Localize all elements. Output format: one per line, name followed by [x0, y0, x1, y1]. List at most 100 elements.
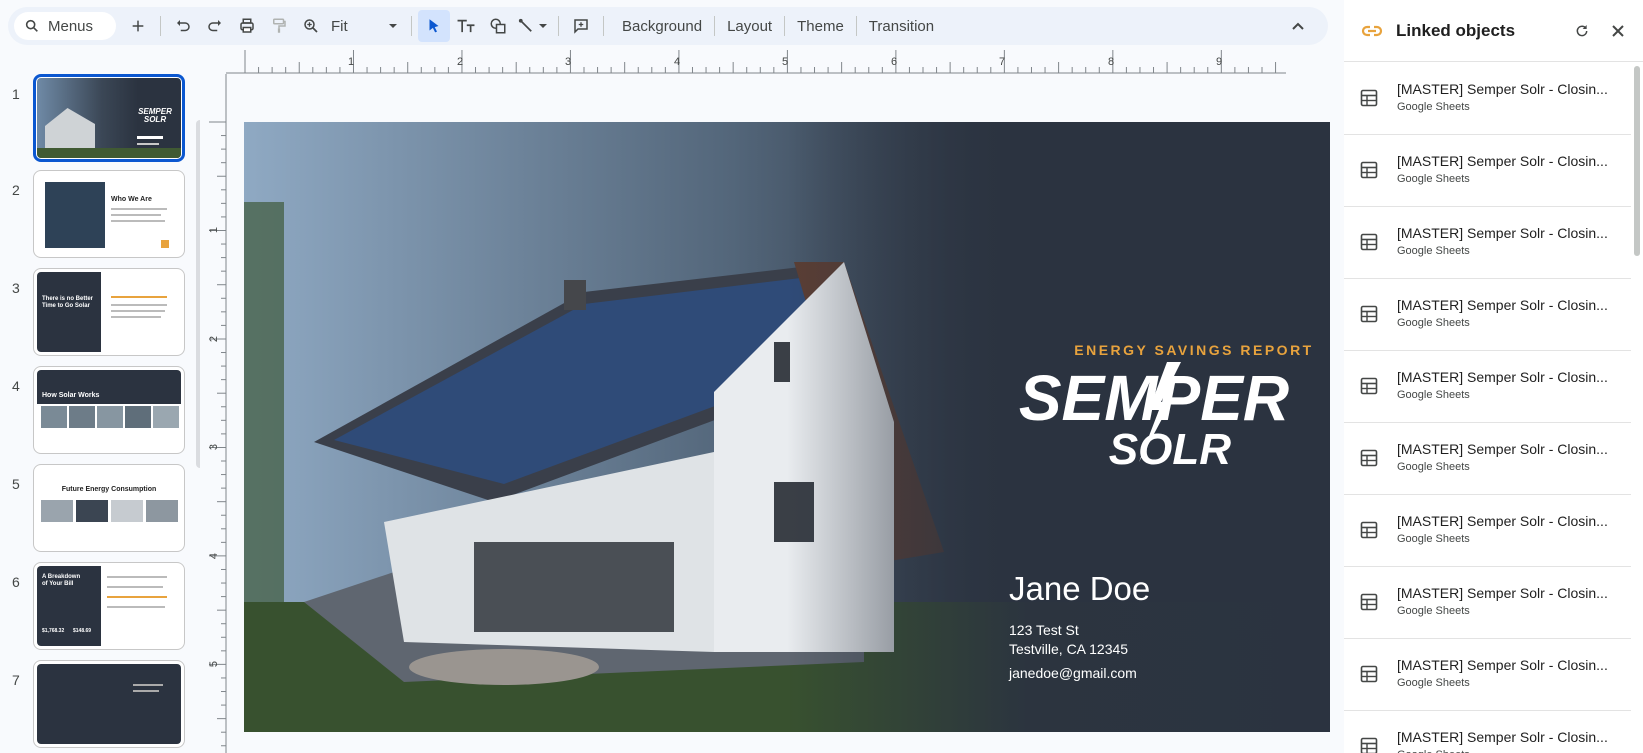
sheet-table-icon	[1360, 521, 1378, 539]
sheet-table-icon	[1360, 449, 1378, 467]
linked-object-title: [MASTER] Semper Solr - Closin...	[1397, 81, 1608, 97]
slide-number: 7	[12, 672, 20, 688]
toolbar-divider	[603, 16, 604, 36]
thumbnail-row: 3 There is no Better Time to Go Solar	[0, 268, 200, 360]
toolbar-divider	[558, 16, 559, 36]
linked-object-source: Google Sheets	[1397, 173, 1470, 185]
sheet-table-icon	[1360, 305, 1378, 323]
add-icon[interactable]	[122, 10, 154, 42]
linked-object-source: Google Sheets	[1397, 245, 1470, 257]
close-icon[interactable]	[1605, 18, 1631, 44]
line-icon[interactable]	[514, 10, 538, 42]
slide-number: 4	[12, 378, 20, 394]
panel-scrollbar[interactable]	[1634, 66, 1640, 256]
linked-object-item[interactable]: [MASTER] Semper Solr - Closin... Google S…	[1344, 423, 1631, 495]
client-email[interactable]: janedoe@gmail.com	[1009, 665, 1137, 681]
menus-label: Menus	[48, 17, 94, 35]
linked-object-item[interactable]: [MASTER] Semper Solr - Closin... Google S…	[1344, 711, 1631, 753]
linked-object-item[interactable]: [MASTER] Semper Solr - Closin... Google S…	[1344, 567, 1631, 639]
client-name[interactable]: Jane Doe	[1009, 570, 1150, 608]
shape-icon[interactable]	[482, 10, 514, 42]
thumbnail-address	[137, 143, 159, 145]
thumbnail-amount: $148.69	[73, 628, 92, 634]
thumbnail-name	[137, 136, 163, 139]
paint-format-icon[interactable]	[263, 10, 295, 42]
linked-object-item[interactable]: [MASTER] Semper Solr - Closin... Google S…	[1344, 639, 1631, 711]
ruler-label: 7	[999, 56, 1006, 68]
ruler-label: 5	[782, 56, 789, 68]
undo-icon[interactable]	[167, 10, 199, 42]
linked-object-title: [MASTER] Semper Solr - Closin...	[1397, 441, 1608, 457]
thumbnail-row: 4 How Solar Works	[0, 366, 200, 458]
ruler-label: 2	[208, 335, 221, 343]
ruler-label: 3	[565, 56, 572, 68]
select-icon[interactable]	[418, 10, 450, 42]
line-menu-chevron-icon[interactable]	[538, 21, 552, 31]
toolbar-divider	[160, 16, 161, 36]
linked-object-source: Google Sheets	[1397, 749, 1470, 753]
slide-number: 3	[12, 280, 20, 296]
refresh-icon[interactable]	[1569, 18, 1595, 44]
brand-bottom: SOLR	[1109, 425, 1231, 472]
thumbnail-title: SEMPER SOLR	[138, 107, 172, 124]
thumbnail-row: 5 Future Energy Consumption	[0, 464, 200, 556]
comment-icon[interactable]	[565, 10, 597, 42]
ruler-label: 1	[208, 226, 221, 234]
ruler-label: 6	[891, 56, 898, 68]
linked-object-item[interactable]: [MASTER] Semper Solr - Closin... Google S…	[1344, 279, 1631, 351]
thumbnail-title: A Breakdown of Your Bill	[42, 574, 81, 587]
ruler-label: 8	[1108, 56, 1115, 68]
sheet-table-icon	[1360, 161, 1378, 179]
address-line1[interactable]: 123 Test St	[1009, 622, 1079, 638]
linked-object-item[interactable]: [MASTER] Semper Solr - Closin... Google S…	[1344, 351, 1631, 423]
theme-button[interactable]: Theme	[785, 10, 856, 42]
ruler-label: 1	[348, 56, 355, 68]
linked-object-source: Google Sheets	[1397, 389, 1470, 401]
thumbnail-title: Who We Are	[111, 196, 152, 203]
slide-thumbnail[interactable]: Future Energy Consumption	[33, 464, 185, 552]
thumbnail-title: There is no Better Time to Go Solar	[42, 296, 94, 309]
sheet-table-icon	[1360, 737, 1378, 753]
ruler-label: 3	[208, 443, 221, 451]
text-box-icon[interactable]	[450, 10, 482, 42]
zoom-value: Fit	[331, 17, 348, 35]
slide-thumbnail[interactable]: Who We Are	[33, 170, 185, 258]
slide-canvas[interactable]: ENERGY SAVINGS REPORT SEMPER SOLR Jane D…	[244, 122, 1330, 732]
sheet-table-icon	[1360, 665, 1378, 683]
sheet-table-icon	[1360, 593, 1378, 611]
panel-title: Linked objects	[1396, 20, 1516, 40]
ruler-label: 5	[208, 660, 221, 668]
zoom-select[interactable]: Fit	[327, 10, 397, 42]
linked-object-title: [MASTER] Semper Solr - Closin...	[1397, 657, 1608, 673]
vertical-ruler	[207, 74, 227, 753]
slide-thumbnail[interactable]	[33, 660, 185, 748]
linked-object-item[interactable]: [MASTER] Semper Solr - Closin... Google S…	[1344, 495, 1631, 567]
report-label[interactable]: ENERGY SAVINGS REPORT	[1044, 342, 1330, 358]
print-icon[interactable]	[231, 10, 263, 42]
redo-icon[interactable]	[199, 10, 231, 42]
slide-thumbnail[interactable]: How Solar Works	[33, 366, 185, 454]
slide-thumbnail[interactable]: SEMPER SOLR	[33, 74, 185, 162]
thumbnail-row: 6 A Breakdown of Your Bill $1,768.32 $14…	[0, 562, 200, 654]
slide-thumbnails: 1 SEMPER SOLR 2 Who We Are 3 There is no…	[0, 62, 200, 753]
linked-object-title: [MASTER] Semper Solr - Closin...	[1397, 225, 1608, 241]
linked-object-source: Google Sheets	[1397, 677, 1470, 689]
slide-thumbnail[interactable]: A Breakdown of Your Bill $1,768.32 $148.…	[33, 562, 185, 650]
address-line2[interactable]: Testville, CA 12345	[1009, 641, 1128, 657]
zoom-icon[interactable]	[295, 10, 327, 42]
background-button[interactable]: Background	[610, 10, 714, 42]
menus-search[interactable]: Menus	[14, 12, 116, 40]
linked-object-item[interactable]: [MASTER] Semper Solr - Closin... Google S…	[1344, 135, 1631, 207]
ruler-label: 9	[1216, 56, 1223, 68]
slide-thumbnail[interactable]: There is no Better Time to Go Solar	[33, 268, 185, 356]
link-icon	[1360, 19, 1384, 43]
collapse-icon[interactable]	[1282, 10, 1314, 42]
layout-button[interactable]: Layout	[715, 10, 784, 42]
semper-solr-logo[interactable]: SEMPER SOLR	[1009, 362, 1299, 472]
ruler-label: 4	[674, 56, 681, 68]
linked-object-item[interactable]: [MASTER] Semper Solr - Closin... Google S…	[1344, 63, 1631, 135]
transition-button[interactable]: Transition	[857, 10, 946, 42]
linked-object-item[interactable]: [MASTER] Semper Solr - Closin... Google S…	[1344, 207, 1631, 279]
linked-object-source: Google Sheets	[1397, 533, 1470, 545]
linked-object-title: [MASTER] Semper Solr - Closin...	[1397, 297, 1608, 313]
